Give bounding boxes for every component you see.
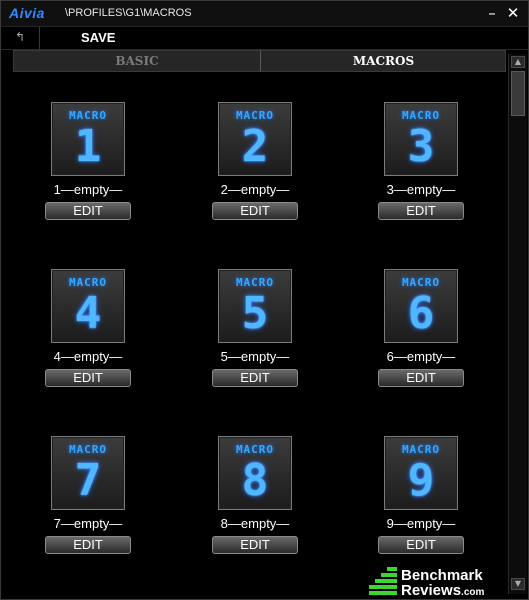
save-button[interactable]: SAVE: [81, 30, 115, 45]
macro-9-icon[interactable]: MACRO 9: [384, 436, 458, 510]
back-button[interactable]: ↰: [1, 27, 40, 49]
macro-tile-number: 9: [407, 455, 435, 506]
aivia-logo: Aivia: [9, 5, 45, 21]
macros-window: Aivia \PROFILES\G1\MACROS – ✕ ↰ SAVE BAS…: [0, 0, 529, 600]
macro-name-label: 3—empty—: [386, 182, 456, 197]
macro-tile-number: 7: [74, 455, 102, 506]
edit-macro-9-button[interactable]: EDIT: [378, 536, 464, 554]
macro-slot-5: MACRO 5 5—empty— EDIT: [198, 269, 318, 399]
macro-tile-number: 2: [241, 121, 269, 172]
watermark-line2: Reviews.com: [401, 582, 485, 599]
macro-5-icon[interactable]: MACRO 5: [218, 269, 292, 343]
macro-name-label: 5—empty—: [220, 349, 290, 364]
close-button[interactable]: ✕: [504, 5, 522, 21]
edit-macro-6-button[interactable]: EDIT: [378, 369, 464, 387]
macro-slot-6: MACRO 6 6—empty— EDIT: [364, 269, 484, 399]
macro-name-label: 7—empty—: [53, 516, 123, 531]
macro-name-label: 8—empty—: [220, 516, 290, 531]
macro-slot-9: MACRO 9 9—empty— EDIT: [364, 436, 484, 566]
macro-2-icon[interactable]: MACRO 2: [218, 102, 292, 176]
toolbar: ↰ SAVE: [1, 27, 528, 50]
scroll-up-button[interactable]: ▲: [511, 56, 525, 68]
edit-macro-3-button[interactable]: EDIT: [378, 202, 464, 220]
macro-3-icon[interactable]: MACRO 3: [384, 102, 458, 176]
macro-name-label: 2—empty—: [220, 182, 290, 197]
edit-macro-5-button[interactable]: EDIT: [212, 369, 298, 387]
macro-1-icon[interactable]: MACRO 1: [51, 102, 125, 176]
macro-name-label: 9—empty—: [386, 516, 456, 531]
macro-tile-number: 5: [241, 288, 269, 339]
tab-bar: BASIC MACROS: [13, 50, 506, 72]
edit-macro-1-button[interactable]: EDIT: [45, 202, 131, 220]
tab-basic[interactable]: BASIC: [14, 51, 261, 71]
macro-tile-number: 8: [241, 455, 269, 506]
minimize-button[interactable]: –: [483, 5, 501, 21]
macro-tile-number: 3: [407, 121, 435, 172]
tab-macros[interactable]: MACROS: [261, 51, 506, 71]
macro-tile-number: 4: [74, 288, 102, 339]
macro-7-icon[interactable]: MACRO 7: [51, 436, 125, 510]
vertical-scrollbar[interactable]: ▲ ▼: [508, 54, 527, 594]
macro-4-icon[interactable]: MACRO 4: [51, 269, 125, 343]
macro-tile-number: 6: [407, 288, 435, 339]
macro-tile-number: 1: [74, 121, 102, 172]
macro-slot-2: MACRO 2 2—empty— EDIT: [198, 102, 318, 232]
macro-slot-3: MACRO 3 3—empty— EDIT: [364, 102, 484, 232]
macro-name-label: 4—empty—: [53, 349, 123, 364]
macro-name-label: 1—empty—: [53, 182, 123, 197]
benchmark-reviews-watermark: Benchmark Reviews.com: [369, 557, 519, 599]
macro-slot-7: MACRO 7 7—empty— EDIT: [31, 436, 151, 566]
edit-macro-2-button[interactable]: EDIT: [212, 202, 298, 220]
edit-macro-7-button[interactable]: EDIT: [45, 536, 131, 554]
window-title-path: \PROFILES\G1\MACROS: [65, 7, 192, 19]
macro-8-icon[interactable]: MACRO 8: [218, 436, 292, 510]
macro-slot-8: MACRO 8 8—empty— EDIT: [198, 436, 318, 566]
scroll-thumb[interactable]: [511, 71, 525, 116]
title-bar: Aivia \PROFILES\G1\MACROS – ✕: [1, 1, 528, 27]
macro-6-icon[interactable]: MACRO 6: [384, 269, 458, 343]
macro-slot-4: MACRO 4 4—empty— EDIT: [31, 269, 151, 399]
macro-name-label: 6—empty—: [386, 349, 456, 364]
edit-macro-4-button[interactable]: EDIT: [45, 369, 131, 387]
edit-macro-8-button[interactable]: EDIT: [212, 536, 298, 554]
macro-slot-1: MACRO 1 1—empty— EDIT: [31, 102, 151, 232]
